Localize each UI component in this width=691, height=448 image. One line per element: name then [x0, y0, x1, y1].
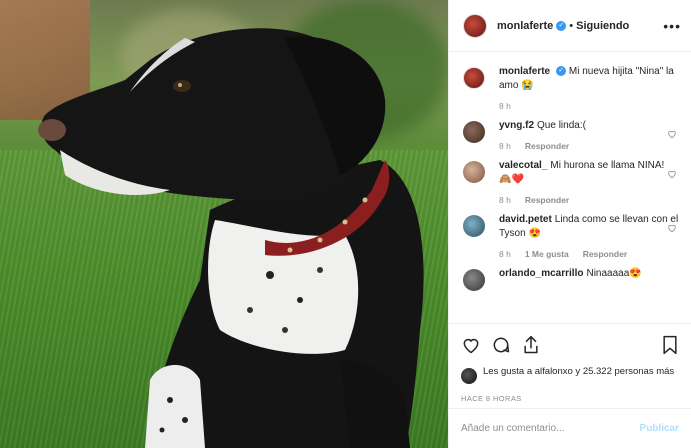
caption-avatar[interactable] [463, 67, 485, 89]
comment-username[interactable]: david.petet [499, 214, 552, 225]
instagram-post-view: monlaferte ✓ • Siguiendo ••• monlaferte ✓… [0, 0, 691, 448]
caption-time: 8 h [499, 101, 511, 111]
likes-text[interactable]: Les gusta a alfalonxo y 25.322 personas … [483, 366, 674, 378]
comment-item: valecotal_ Mi hurona se llama NINA! 🙈❤️ 8… [463, 159, 681, 209]
author-username[interactable]: monlaferte [497, 20, 553, 32]
comments-list[interactable]: monlaferte ✓ Mi nueva hijita "Nina" la am… [449, 53, 691, 321]
author-avatar[interactable] [463, 13, 487, 38]
heart-icon[interactable] [461, 335, 481, 355]
reply-button[interactable]: Responder [583, 249, 627, 259]
comment-like-heart-icon[interactable] [667, 169, 677, 179]
comment-avatar[interactable] [463, 215, 485, 237]
comment-likes-count[interactable]: 1 Me gusta [525, 249, 569, 259]
comment-input[interactable] [461, 423, 640, 434]
add-comment-bar: Publicar [449, 408, 691, 448]
publish-button[interactable]: Publicar [640, 423, 679, 434]
comment-time: 8 h [499, 249, 511, 259]
comment-item: david.petet Linda como se llevan con el T… [463, 213, 681, 263]
reply-button[interactable]: Responder [525, 195, 569, 205]
comment-icon[interactable] [491, 335, 511, 355]
follow-status-button[interactable]: Siguiendo [576, 20, 629, 32]
comment-like-heart-icon[interactable] [667, 223, 677, 233]
comment-item: yvng.f2 Que linda:( 8 h Responder [463, 119, 681, 155]
caption-username[interactable]: monlaferte [499, 66, 550, 77]
liker-avatar[interactable] [461, 368, 477, 384]
comment-text: Que linda:( [537, 120, 586, 131]
comment-username[interactable]: yvng.f2 [499, 120, 534, 131]
post-timestamp: HACE 8 HORAS [461, 394, 522, 403]
verified-badge-icon: ✓ [556, 66, 567, 77]
comment-item: orlando_mcarrillo Ninaaaaa😍 [463, 267, 681, 291]
post-sidebar: monlaferte ✓ • Siguiendo ••• monlaferte ✓… [448, 0, 691, 448]
comment-username[interactable]: valecotal_ [499, 160, 547, 171]
post-photo[interactable] [0, 0, 448, 448]
comment-avatar[interactable] [463, 269, 485, 291]
comment-time: 8 h [499, 195, 511, 205]
post-header: monlaferte ✓ • Siguiendo ••• [449, 0, 691, 52]
likes-summary: Les gusta a alfalonxo y 25.322 personas … [461, 366, 679, 384]
comment-avatar[interactable] [463, 121, 485, 143]
caption: monlaferte ✓ Mi nueva hijita "Nina" la am… [463, 65, 681, 115]
verified-badge-icon: ✓ [556, 20, 567, 31]
share-icon[interactable] [521, 335, 541, 355]
bookmark-icon[interactable] [661, 335, 679, 355]
post-actions: Les gusta a alfalonxo y 25.322 personas … [449, 323, 691, 403]
reply-button[interactable]: Responder [525, 141, 569, 151]
comment-time: 8 h [499, 141, 511, 151]
separator-dot: • [569, 19, 574, 32]
comment-text: Ninaaaaa😍 [586, 268, 642, 279]
comment-username[interactable]: orlando_mcarrillo [499, 268, 583, 279]
more-dots-icon[interactable]: ••• [663, 18, 681, 34]
comment-like-heart-icon[interactable] [667, 129, 677, 139]
dog-illustration [38, 28, 424, 448]
comment-avatar[interactable] [463, 161, 485, 183]
